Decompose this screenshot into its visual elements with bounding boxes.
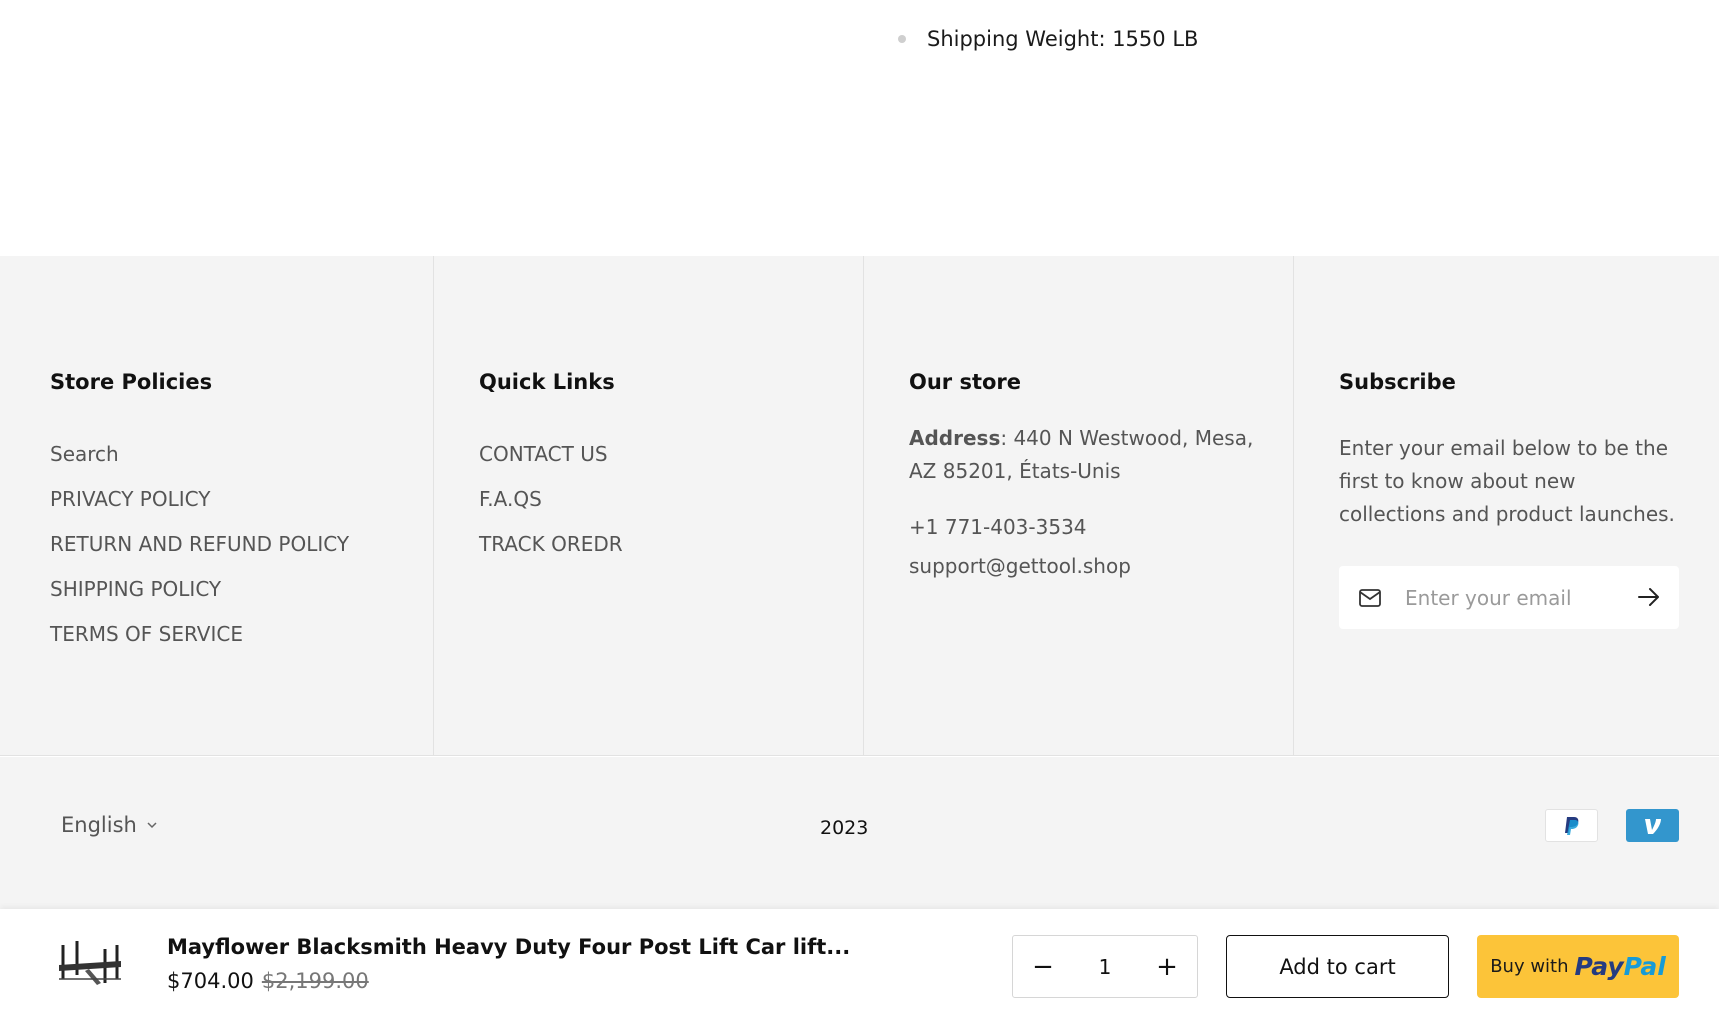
quantity-stepper: − 1 +: [1012, 935, 1198, 998]
link-faqs[interactable]: F.A.QS: [479, 477, 623, 522]
subscribe-text: Enter your email below to be the first t…: [1339, 436, 1675, 526]
footer-col-store-policies: Store Policies Search PRIVACY POLICY RET…: [0, 256, 434, 756]
compare-price: $2,199.00: [261, 969, 369, 993]
quantity-increase-button[interactable]: +: [1137, 936, 1197, 997]
quick-links-list: CONTACT US F.A.QS TRACK OREDR: [479, 432, 623, 567]
paypal-logo-pal: Pal: [1623, 952, 1666, 981]
email-input[interactable]: [1405, 585, 1625, 610]
link-terms-of-service[interactable]: TERMS OF SERVICE: [50, 612, 349, 657]
footer-col-our-store: Our store Address: 440 N Westwood, Mesa,…: [864, 256, 1294, 756]
store-address: Address: 440 N Westwood, Mesa, AZ 85201,…: [909, 422, 1259, 488]
quantity-decrease-button[interactable]: −: [1013, 936, 1073, 997]
link-contact-us[interactable]: CONTACT US: [479, 432, 623, 477]
store-phone[interactable]: +1 771-403-3534: [909, 511, 1259, 544]
bullet-icon: [898, 35, 906, 43]
link-track-order[interactable]: TRACK OREDR: [479, 522, 623, 567]
footer-col-quick-links: Quick Links CONTACT US F.A.QS TRACK ORED…: [434, 256, 864, 756]
buy-with-label: Buy with: [1490, 956, 1569, 977]
subscribe-form: [1339, 566, 1679, 629]
paypal-logo-pay: Pay: [1574, 952, 1624, 981]
copyright-year: 2023: [820, 817, 869, 839]
add-to-cart-button[interactable]: Add to cart: [1226, 935, 1449, 998]
chevron-down-icon: [147, 821, 157, 828]
footer: Store Policies Search PRIVACY POLICY RET…: [0, 256, 1719, 756]
language-selector[interactable]: English: [61, 813, 157, 837]
product-thumbnail[interactable]: [55, 935, 125, 991]
language-label: English: [61, 813, 137, 837]
store-policies-title: Store Policies: [50, 370, 213, 394]
store-email[interactable]: support@gettool.shop: [909, 550, 1259, 583]
subscribe-title: Subscribe: [1339, 370, 1456, 394]
link-return-refund-policy[interactable]: RETURN AND REFUND POLICY: [50, 522, 349, 567]
envelope-icon: [1359, 588, 1381, 607]
product-title: Mayflower Blacksmith Heavy Duty Four Pos…: [167, 935, 851, 959]
link-privacy-policy[interactable]: PRIVACY POLICY: [50, 477, 349, 522]
quantity-value[interactable]: 1: [1075, 955, 1135, 979]
sale-price: $704.00: [167, 969, 254, 993]
link-shipping-policy[interactable]: SHIPPING POLICY: [50, 567, 349, 612]
product-price: $704.00 $2,199.00: [167, 969, 369, 993]
paypal-icon: [1545, 809, 1598, 842]
footer-bottom: English 2023: [0, 757, 1719, 909]
venmo-icon: [1626, 809, 1679, 842]
footer-col-subscribe: Subscribe Enter your email below to be t…: [1294, 256, 1719, 756]
address-label: Address: [909, 426, 1001, 450]
quick-links-title: Quick Links: [479, 370, 615, 394]
spec-item-shipping-weight: Shipping Weight: 1550 LB: [898, 27, 1198, 51]
store-info: Address: 440 N Westwood, Mesa, AZ 85201,…: [909, 422, 1259, 583]
our-store-title: Our store: [909, 370, 1022, 394]
store-policies-links: Search PRIVACY POLICY RETURN AND REFUND …: [50, 432, 349, 657]
link-search[interactable]: Search: [50, 432, 349, 477]
spec-text: Shipping Weight: 1550 LB: [927, 27, 1199, 51]
product-specs: Shipping Weight: 1550 LB: [0, 0, 1719, 256]
arrow-right-icon[interactable]: [1637, 586, 1661, 608]
buy-with-paypal-button[interactable]: Buy with Pay Pal: [1477, 935, 1679, 998]
sticky-add-to-cart-bar: Mayflower Blacksmith Heavy Duty Four Pos…: [0, 909, 1719, 1012]
